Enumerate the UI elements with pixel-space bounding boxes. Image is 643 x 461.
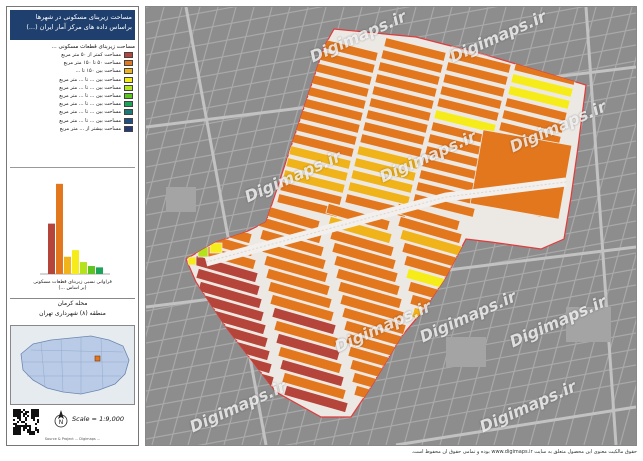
legend: مساحت زیربنای قطعات مسکونی ... مساحت کمت…	[10, 43, 135, 143]
histogram-bar	[88, 266, 95, 274]
histogram: فراوانی نسبی زیربنای قطعات مسکونی (بر اس…	[10, 167, 135, 303]
panel-title: مساحت زیربنای مسکونی در شهرها براساس داد…	[10, 10, 135, 40]
legend-label: مساحت ۵۰ تا ۱۵۰ متر مربع	[63, 60, 121, 67]
legend-label: مساحت بین ... تا ... متر مربع	[59, 84, 121, 91]
legend-item: مساحت ۵۰ تا ۱۵۰ متر مربع	[10, 59, 135, 67]
histogram-caption-line-2: (بر اساس ...)	[58, 286, 87, 291]
legend-heading: مساحت زیربنای قطعات مسکونی ...	[51, 44, 135, 50]
legend-item: مساحت بین ... تا ... متر مربع	[10, 100, 135, 108]
legend-swatch	[124, 84, 133, 91]
north-arrow-icon: N	[54, 410, 68, 428]
legend-swatch	[124, 92, 133, 99]
histogram-bar	[96, 267, 103, 274]
histogram-bar	[56, 183, 63, 274]
neighborhood-marker	[94, 355, 101, 362]
legend-label: مساحت بین ۱۵۰ تا ...	[75, 68, 122, 75]
main-map: Digimaps.ir Digimaps.ir Digimaps.ir Digi…	[145, 6, 637, 446]
qr-code	[13, 409, 39, 435]
legend-item: مساحت کمتر از ۵۰ متر مربع	[10, 51, 135, 59]
inset-locator-map	[10, 325, 135, 405]
location-label: محله کرمان منطقه (۸) شهرداری تهران	[10, 298, 135, 321]
legend-item: مساحت بیشتر از ... متر مربع	[10, 125, 135, 133]
title-line-1: مساحت زیربنای مسکونی در شهرها	[35, 13, 132, 21]
legend-label: مساحت بین ... تا ... متر مربع	[59, 92, 121, 99]
histogram-bar	[64, 256, 71, 274]
histogram-bar	[48, 223, 55, 274]
panel-footer: N Scale = 1:9,000 Source & Project ... D…	[10, 407, 135, 443]
legend-item: مساحت بین ۱۵۰ تا ...	[10, 67, 135, 75]
legend-label: مساحت کمتر از ۵۰ متر مربع	[61, 52, 121, 58]
legend-swatch	[124, 52, 133, 58]
legend-item: مساحت بین ... تا ... متر مربع	[10, 108, 135, 116]
legend-item: مساحت بین ... تا ... متر مربع	[10, 92, 135, 100]
title-line-2: براساس داده های مرکز آمار ایران (...)	[26, 23, 132, 31]
legend-label: مساحت بین ... تا ... متر مربع	[59, 101, 121, 108]
svg-text:N: N	[59, 419, 64, 426]
legend-label: مساحت بین ... تا ... متر مربع	[59, 109, 121, 116]
legend-item: مساحت بین ... تا ... متر مربع	[10, 76, 135, 84]
legend-swatch	[124, 68, 133, 75]
copyright-note: حقوق مالکیت معنوی این محصول متعلق به سای…	[411, 449, 637, 455]
legend-swatch	[124, 109, 133, 116]
legend-item: مساحت بین ... تا ... متر مربع	[10, 84, 135, 92]
map-sheet: مساحت زیربنای مسکونی در شهرها براساس داد…	[0, 0, 643, 461]
district-name: منطقه (۸) شهرداری تهران	[39, 310, 106, 317]
legend-swatch	[124, 101, 133, 108]
legend-label: مساحت بین ... تا ... متر مربع	[59, 117, 121, 124]
scale-label: Scale = 1:9,000	[72, 415, 124, 423]
legend-swatch	[124, 60, 133, 67]
legend-item: مساحت بین ... تا ... متر مربع	[10, 117, 135, 125]
histogram-bar	[80, 262, 87, 274]
histogram-bar	[72, 250, 79, 274]
legend-label: مساحت بیشتر از ... متر مربع	[59, 125, 121, 132]
legend-swatch	[124, 117, 133, 124]
credit-text: Source & Project ... Digimaps ...	[44, 437, 101, 441]
histogram-caption: فراوانی نسبی زیربنای قطعات مسکونی (بر اس…	[12, 280, 133, 292]
legend-swatch	[124, 125, 133, 132]
legend-swatch	[124, 76, 133, 83]
neighborhood-name: محله کرمان	[57, 300, 88, 307]
legend-label: مساحت بین ... تا ... متر مربع	[59, 76, 121, 83]
legend-panel: مساحت زیربنای مسکونی در شهرها براساس داد…	[6, 6, 139, 446]
